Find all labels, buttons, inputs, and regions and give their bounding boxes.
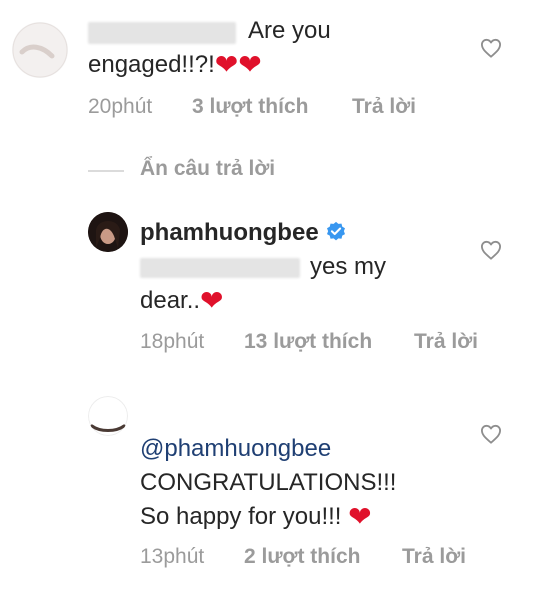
reply-text-line-2: dear..❤ <box>140 284 224 318</box>
hide-replies-button[interactable]: Ẩn câu trả lời <box>140 157 275 181</box>
commenter-avatar-1[interactable] <box>12 22 68 78</box>
comment-time: 13phút <box>140 545 205 568</box>
comment-time: 20phút <box>88 95 153 118</box>
reply-text: dear.. <box>140 287 201 314</box>
comment-text-line-1: CONGRATULATIONS!!! <box>140 469 397 496</box>
verified-badge-icon <box>326 221 345 241</box>
heart-outline-icon[interactable] <box>480 424 502 444</box>
reply-button[interactable]: Trả lời <box>402 545 466 569</box>
comment-text-line-1: Are you <box>248 14 331 48</box>
reply-button[interactable]: Trả lời <box>414 330 478 354</box>
likes-count[interactable]: 2 lượt thích <box>244 545 360 569</box>
reply-time: 18phút <box>140 330 205 353</box>
comment-text: engaged!!?! <box>88 51 215 78</box>
red-heart-emoji: ❤ <box>200 285 224 316</box>
replies-divider <box>88 170 124 172</box>
heart-outline-icon[interactable] <box>480 240 502 260</box>
heart-outline-icon[interactable] <box>480 38 502 58</box>
comment-text: So happy for you!!! <box>140 503 342 530</box>
obscured-username-1[interactable] <box>88 22 236 44</box>
obscured-mention[interactable] <box>140 258 300 278</box>
mention-phamhuongbee[interactable]: @phamhuongbee <box>140 435 331 462</box>
phamhuongbee-avatar[interactable] <box>88 212 128 252</box>
red-heart-emoji: ❤❤ <box>214 49 262 80</box>
red-heart-emoji: ❤ <box>348 501 372 532</box>
reply-username-row: phamhuongbee <box>140 219 347 247</box>
likes-count[interactable]: 3 lượt thích <box>192 95 308 119</box>
reply-text-line-1: yes my <box>310 253 387 280</box>
comment-text-line-2: So happy for you!!! ❤ <box>140 500 372 534</box>
comment-text: Are you <box>248 17 331 44</box>
commenter-avatar-2[interactable] <box>88 396 128 436</box>
comment-mention: @phamhuongbee <box>140 432 331 466</box>
reply-button[interactable]: Trả lời <box>352 95 416 119</box>
likes-count[interactable]: 13 lượt thích <box>244 330 372 354</box>
comment-text-line-2: engaged!!?!❤❤ <box>88 48 262 82</box>
username-phamhuongbee[interactable]: phamhuongbee <box>140 219 319 246</box>
